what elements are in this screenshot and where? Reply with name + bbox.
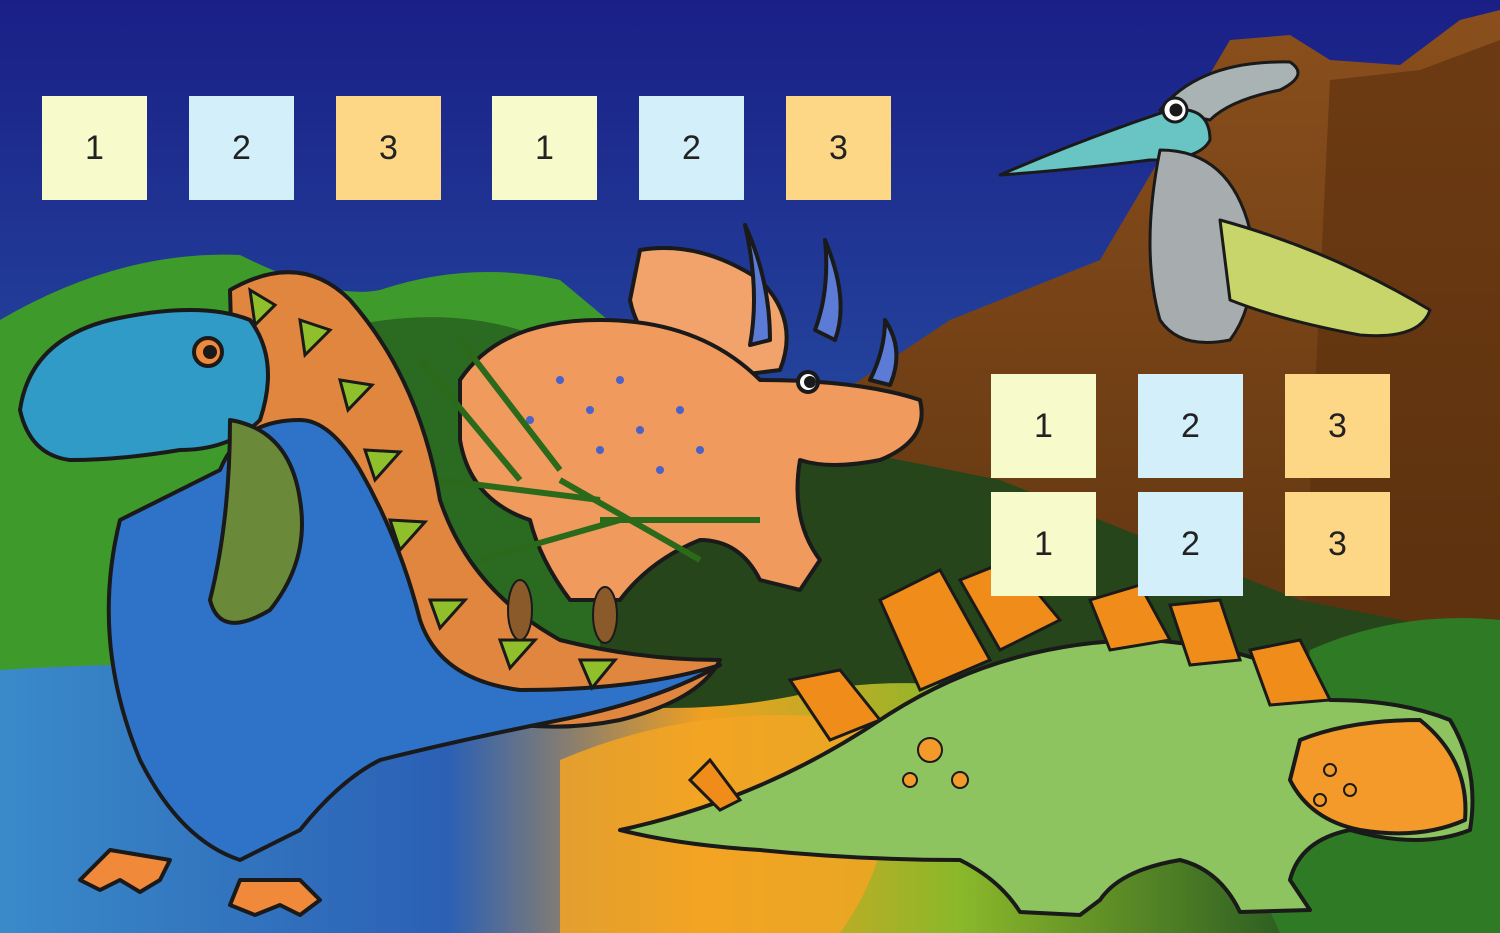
number-tile[interactable]: 1 [492, 96, 597, 200]
number-tile[interactable]: 3 [1285, 492, 1390, 596]
number-tile[interactable]: 2 [189, 96, 294, 200]
number-tile[interactable]: 3 [1285, 374, 1390, 478]
volcano-shadow [1300, 40, 1500, 700]
number-tile[interactable]: 1 [42, 96, 147, 200]
number-tile[interactable]: 1 [991, 374, 1096, 478]
number-tile[interactable]: 2 [1138, 374, 1243, 478]
number-tile[interactable]: 1 [991, 492, 1096, 596]
number-tile[interactable]: 3 [786, 96, 891, 200]
number-tile[interactable]: 3 [336, 96, 441, 200]
number-tile[interactable]: 2 [1138, 492, 1243, 596]
number-tile[interactable]: 2 [639, 96, 744, 200]
